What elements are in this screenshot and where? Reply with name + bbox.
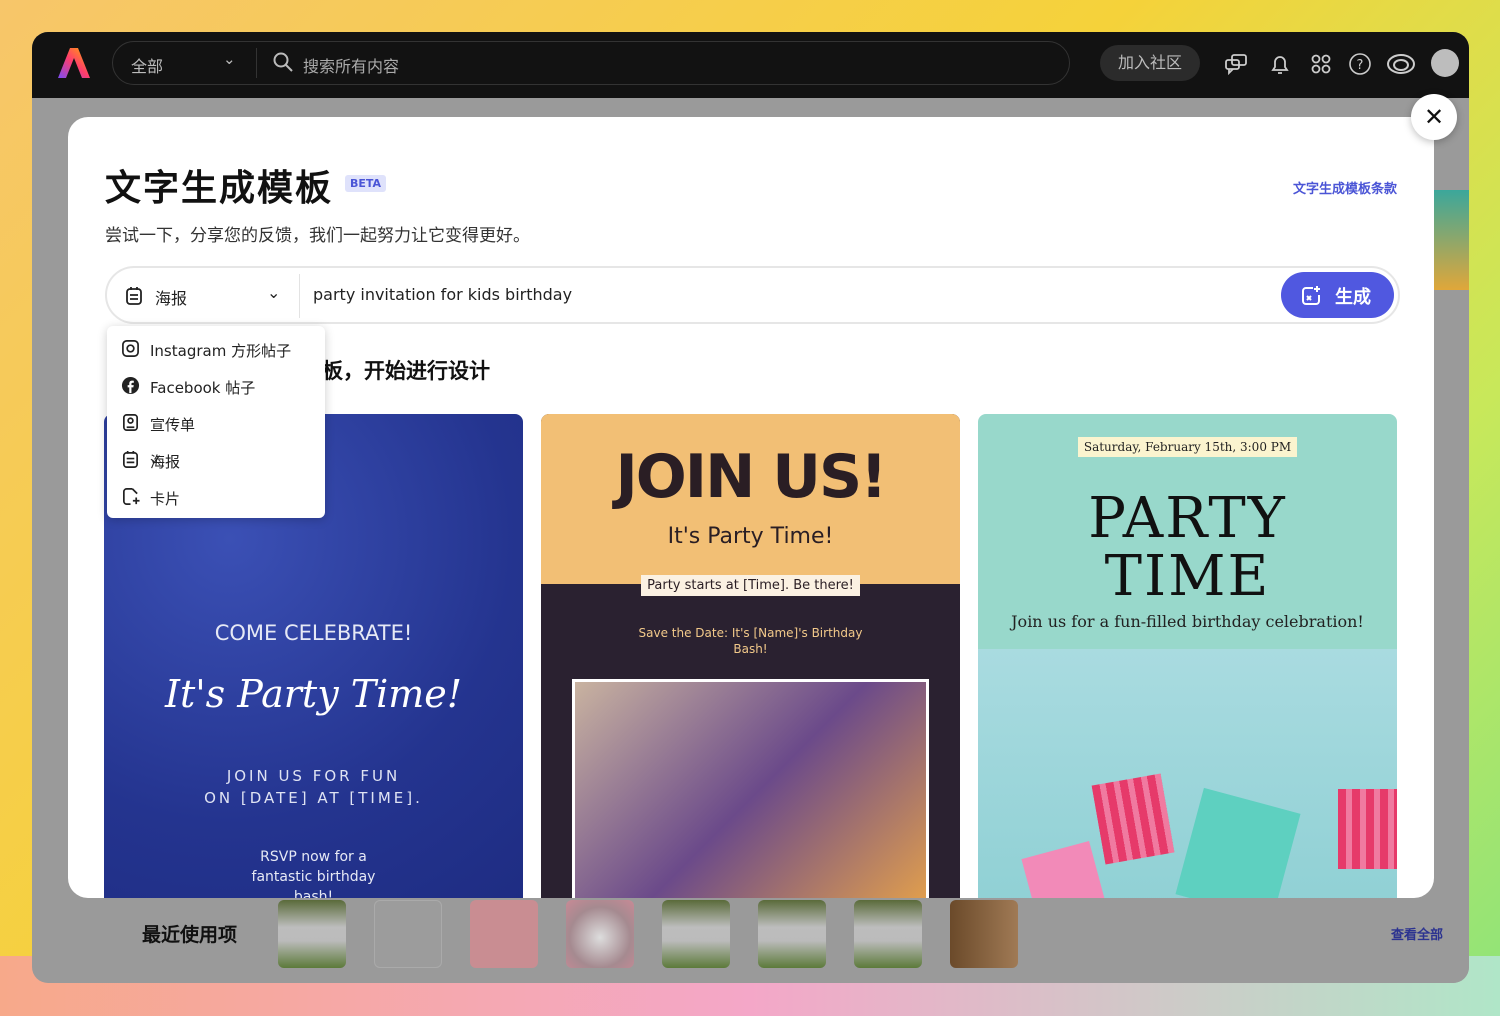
menu-item-label: 卡片	[150, 490, 181, 508]
card-text: bash!	[293, 889, 334, 898]
menu-item-card[interactable]: 卡片	[107, 478, 325, 515]
card-text: Bash!	[733, 642, 768, 656]
help-icon[interactable]: ?	[1348, 52, 1372, 76]
card-text: JOIN US!	[615, 442, 887, 512]
bell-icon[interactable]	[1268, 52, 1292, 76]
menu-item-instagram[interactable]: Instagram 方形帖子	[107, 330, 325, 367]
recent-title: 最近使用项	[142, 924, 238, 946]
poster-icon	[122, 450, 139, 468]
flyer-icon	[122, 414, 139, 431]
gifts-photo	[978, 649, 1397, 898]
search-icon	[273, 52, 293, 72]
menu-item-label: 宣传单	[150, 416, 196, 434]
recent-thumbnail[interactable]	[950, 900, 1018, 968]
card-text: It's Party Time!	[164, 672, 463, 716]
menu-item-flyer[interactable]: 宣传单	[107, 404, 325, 441]
join-community-button[interactable]: 加入社区	[1100, 45, 1200, 81]
card-text: PARTY	[1088, 486, 1287, 551]
beta-badge: BETA	[345, 175, 387, 192]
search-input[interactable]: 搜索所有内容	[303, 53, 399, 77]
generate-label: 生成	[1335, 287, 1371, 308]
search-bar[interactable]: 全部 ⌄ 搜索所有内容	[112, 41, 1070, 85]
checkmark-icon: ✓	[150, 451, 163, 469]
card-text: ON [DATE] AT [TIME].	[204, 789, 423, 807]
template-card[interactable]: JOIN US! It's Party Time! Party starts a…	[541, 414, 960, 898]
creative-cloud-icon[interactable]	[1386, 52, 1416, 76]
card-text: Save the Date: It's [Name]'s Birthday	[638, 626, 863, 640]
menu-item-poster[interactable]: 海报 ✓	[107, 441, 325, 478]
divider	[256, 48, 257, 78]
chevron-down-icon[interactable]: ⌄	[267, 283, 280, 302]
instagram-icon	[122, 340, 139, 357]
card-text: Party starts at [Time]. Be there!	[641, 575, 860, 596]
card-text: Join us for a fun-filled birthday celebr…	[1011, 612, 1364, 631]
card-text: TIME	[1104, 544, 1271, 609]
background-thumbnail	[1434, 190, 1469, 290]
adobe-express-logo	[58, 48, 90, 78]
recent-thumbnail[interactable]	[854, 900, 922, 968]
type-dropdown-menu: Instagram 方形帖子 Facebook 帖子 宣传单 海报 ✓ 卡片	[107, 326, 325, 518]
view-all-link[interactable]: 查看全部	[1391, 924, 1443, 943]
card-text: COME CELEBRATE!	[214, 621, 413, 645]
modal-title: 文字生成模板	[105, 168, 334, 209]
recent-thumbnail[interactable]	[470, 900, 538, 968]
chevron-down-icon[interactable]: ⌄	[223, 50, 236, 68]
recent-thumbnail[interactable]	[662, 900, 730, 968]
apps-icon[interactable]	[1309, 52, 1333, 76]
card-text: RSVP now for a	[260, 849, 367, 865]
section-heading: 板，开始进行设计	[322, 359, 490, 383]
search-scope[interactable]: 全部	[131, 53, 163, 77]
card-text: Saturday, February 15th, 3:00 PM	[1077, 437, 1298, 457]
menu-item-label: Instagram 方形帖子	[150, 342, 292, 360]
modal-subtitle: 尝试一下，分享您的反馈，我们一起努力让它变得更好。	[105, 226, 530, 246]
prompt-bar: 海报 ⌄ 生成	[105, 266, 1400, 324]
menu-item-label: Facebook 帖子	[150, 379, 256, 397]
svg-text:?: ?	[1357, 58, 1364, 73]
recent-thumbnail[interactable]	[374, 900, 442, 968]
generate-button[interactable]: 生成	[1281, 272, 1394, 318]
template-card[interactable]: Saturday, February 15th, 3:00 PM PARTY T…	[978, 414, 1397, 898]
terms-link[interactable]: 文字生成模板条款	[1293, 178, 1397, 197]
card-icon	[122, 488, 140, 505]
recent-thumbnail[interactable]	[758, 900, 826, 968]
top-bar: 全部 ⌄ 搜索所有内容 加入社区 ?	[32, 32, 1469, 98]
poster-icon	[126, 287, 142, 305]
sidebar	[32, 98, 68, 983]
recent-thumbnail[interactable]	[566, 900, 634, 968]
recent-section: 最近使用项 查看全部	[116, 898, 1469, 983]
card-text: JOIN US FOR FUN	[226, 767, 401, 785]
menu-item-facebook[interactable]: Facebook 帖子	[107, 367, 325, 404]
close-button[interactable]: ✕	[1411, 94, 1457, 140]
type-dropdown[interactable]: 海报	[155, 285, 187, 309]
recent-thumbnail[interactable]	[278, 900, 346, 968]
divider	[299, 274, 300, 318]
facebook-icon	[121, 376, 140, 395]
sparkle-icon	[1302, 286, 1320, 305]
card-text: It's Party Time!	[667, 524, 834, 549]
prompt-input[interactable]	[313, 285, 1213, 304]
card-text: fantastic birthday	[251, 869, 376, 885]
avatar[interactable]	[1431, 49, 1459, 77]
kids-party-photo	[572, 679, 929, 898]
chat-icon[interactable]	[1224, 52, 1248, 76]
